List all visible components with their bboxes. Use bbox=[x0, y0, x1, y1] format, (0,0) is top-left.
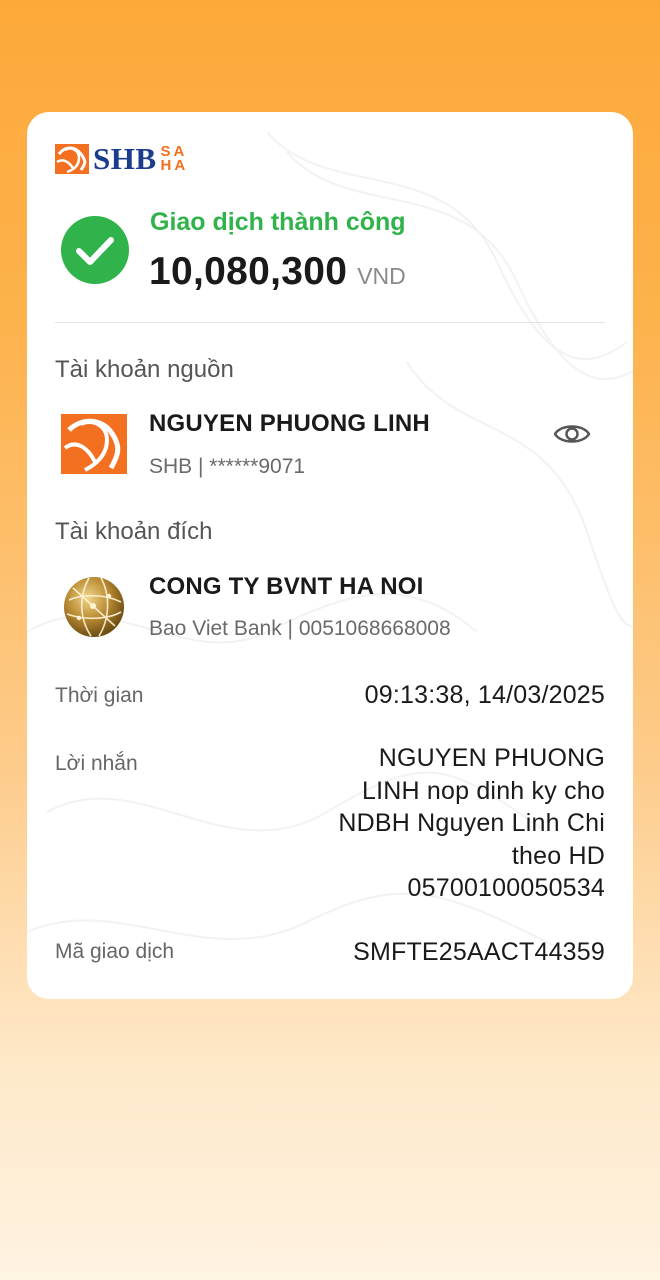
bao-viet-globe-icon bbox=[64, 577, 124, 637]
shb-saha-logo: SHB SA HA bbox=[55, 141, 189, 176]
message-line: NDBH Nguyen Linh Chi bbox=[338, 809, 605, 837]
destination-bank-account: Bao Viet Bank | 0051068668008 bbox=[149, 617, 451, 640]
destination-account-name: CONG TY BVNT HA NOI bbox=[149, 573, 424, 600]
source-bank-account: SHB | ******9071 bbox=[149, 455, 306, 478]
source-account-name: NGUYEN PHUONG LINH bbox=[149, 410, 430, 437]
check-circle-icon bbox=[61, 216, 129, 284]
time-value: 09:13:38, 14/03/2025 bbox=[364, 681, 605, 709]
message-line: 05700100050534 bbox=[407, 874, 605, 902]
shb-logo-icon bbox=[55, 144, 89, 174]
message-label: Lời nhắn bbox=[55, 752, 138, 775]
transaction-amount: 10,080,300 bbox=[149, 250, 348, 293]
transaction-code-value: SMFTE25AACT44359 bbox=[353, 938, 605, 966]
brand-saha-bottom: HA bbox=[160, 157, 189, 174]
time-label: Thời gian bbox=[55, 684, 144, 707]
source-account-label: Tài khoản nguồn bbox=[55, 356, 234, 383]
divider bbox=[55, 322, 605, 323]
message-line: theo HD bbox=[511, 841, 605, 870]
brand-name: SHB bbox=[93, 141, 157, 176]
shb-logo-icon bbox=[61, 414, 127, 474]
transaction-code-label: Mã giao dịch bbox=[55, 940, 175, 963]
eye-icon[interactable] bbox=[553, 421, 591, 447]
transaction-receipt-card: SHB SA HA Giao dịch thành công 10,080,30… bbox=[27, 112, 633, 999]
brand-saha: SA HA bbox=[160, 144, 189, 174]
message-line: LINH nop dinh ky cho bbox=[361, 776, 605, 805]
message-line: NGUYEN PHUONG bbox=[378, 744, 605, 772]
destination-account-label: Tài khoản đích bbox=[55, 518, 213, 545]
message-value: NGUYEN PHUONG LINH nop dinh ky cho NDBH … bbox=[285, 742, 605, 905]
amount-row: 10,080,300 VND bbox=[149, 250, 406, 294]
currency-code: VND bbox=[357, 263, 406, 289]
transaction-status: Giao dịch thành công bbox=[150, 208, 406, 236]
